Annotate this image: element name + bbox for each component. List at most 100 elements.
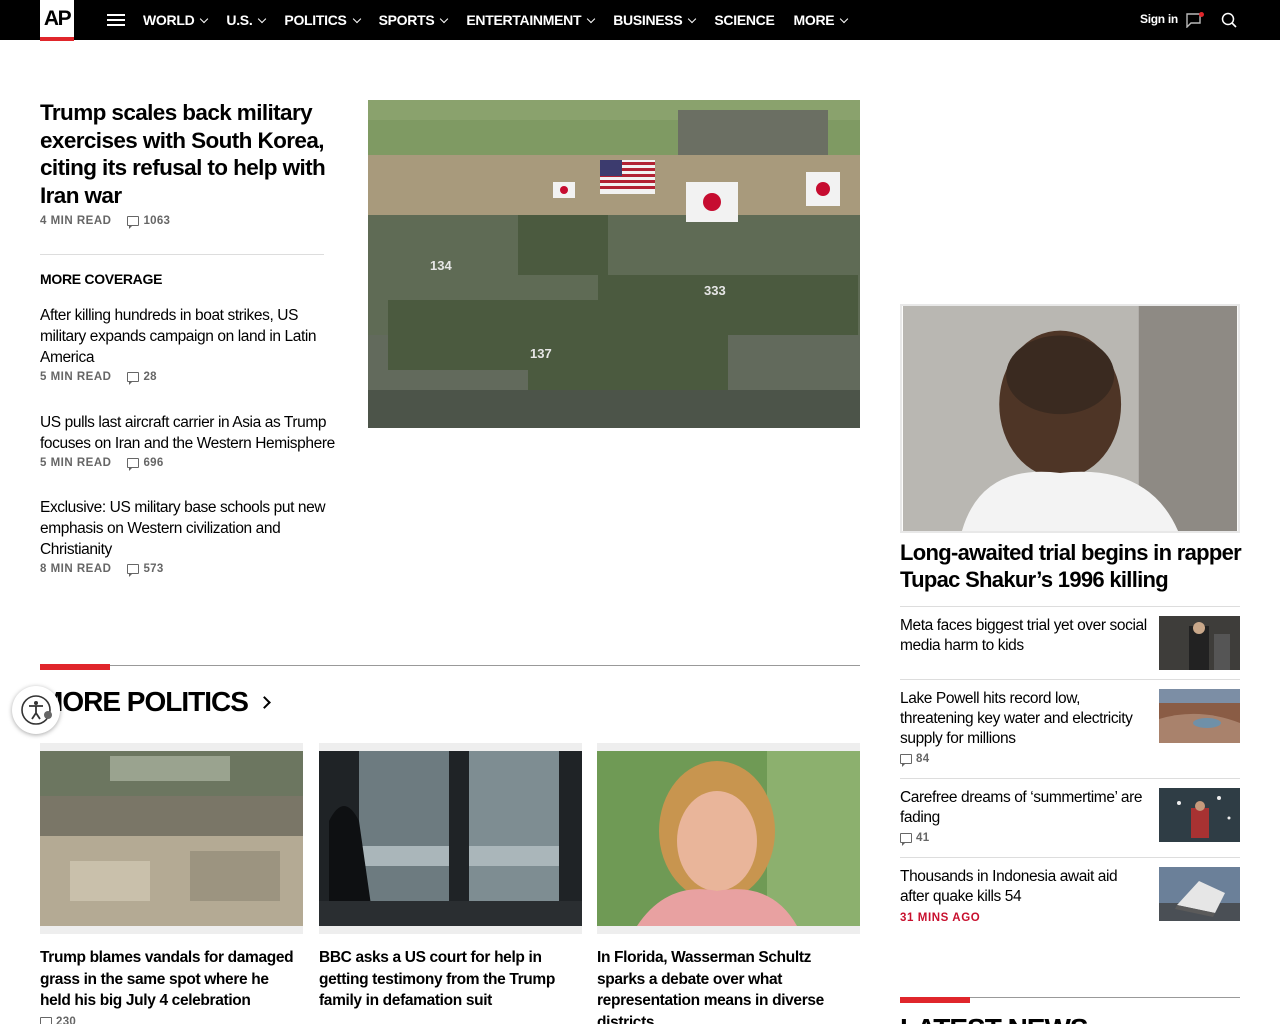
svg-text:333: 333 bbox=[704, 283, 726, 298]
nav-science[interactable]: SCIENCE bbox=[714, 12, 774, 28]
politics-card: Trump blames vandals for damaged grass i… bbox=[40, 743, 303, 1024]
chevron-down-icon bbox=[258, 14, 267, 23]
nav-politics[interactable]: POLITICS bbox=[284, 12, 361, 28]
comment-count[interactable]: 696 bbox=[127, 457, 163, 471]
comment-icon bbox=[40, 1016, 52, 1024]
comment-icon bbox=[127, 216, 140, 229]
comment-count[interactable]: 41 bbox=[900, 832, 930, 846]
nav-world[interactable]: WORLD bbox=[143, 12, 209, 28]
section-divider bbox=[40, 665, 860, 666]
logo-text: AP bbox=[43, 7, 72, 30]
svg-text:137: 137 bbox=[530, 346, 552, 361]
card-title[interactable]: Trump blames vandals for damaged grass i… bbox=[40, 947, 303, 1012]
search-icon[interactable] bbox=[1221, 12, 1237, 28]
lead-headline[interactable]: Trump scales back military exercises wit… bbox=[40, 99, 340, 209]
read-time: 5 MIN READ bbox=[40, 371, 112, 383]
nav-business[interactable]: BUSINESS bbox=[613, 12, 697, 28]
read-time: 5 MIN READ bbox=[40, 457, 112, 469]
chevron-down-icon bbox=[840, 14, 849, 23]
card-title[interactable]: BBC asks a US court for help in getting … bbox=[319, 947, 582, 1012]
sidebar-item: Thousands in Indonesia await aid after q… bbox=[900, 857, 1240, 937]
divider bbox=[40, 254, 324, 255]
sidebar-item-meta: 84 bbox=[900, 753, 1240, 767]
coverage-item: After killing hundreds in boat strikes, … bbox=[40, 305, 340, 385]
comment-count[interactable]: 84 bbox=[900, 753, 930, 767]
sidebar-item-title[interactable]: Thousands in Indonesia await aid after q… bbox=[900, 867, 1148, 907]
nav-label: SCIENCE bbox=[714, 12, 775, 28]
svg-text:134: 134 bbox=[430, 258, 452, 273]
comment-count[interactable]: 1063 bbox=[127, 215, 171, 229]
card-photo[interactable] bbox=[40, 743, 303, 934]
comment-number: 1063 bbox=[143, 215, 171, 227]
sidebar-item-thumbnail[interactable] bbox=[1159, 616, 1240, 670]
accessibility-icon bbox=[21, 695, 52, 725]
comment-number: 28 bbox=[143, 371, 157, 383]
politics-card: In Florida, Wasserman Schultz sparks a d… bbox=[597, 743, 860, 1024]
section-accent-bar bbox=[40, 664, 110, 670]
hamburger-menu-icon[interactable] bbox=[107, 14, 125, 26]
card-title[interactable]: In Florida, Wasserman Schultz sparks a d… bbox=[597, 947, 860, 1024]
nav-sports[interactable]: SPORTS bbox=[378, 12, 449, 28]
comment-number: 41 bbox=[916, 832, 930, 844]
sidebar-item-title[interactable]: Carefree dreams of ‘summertime’ are fadi… bbox=[900, 788, 1148, 828]
coverage-title[interactable]: US pulls last aircraft carrier in Asia a… bbox=[40, 412, 340, 454]
sidebar-item-title[interactable]: Lake Powell hits record low, threatening… bbox=[900, 689, 1148, 749]
chevron-down-icon bbox=[440, 14, 449, 23]
coverage-item: US pulls last aircraft carrier in Asia a… bbox=[40, 412, 340, 471]
chevron-down-icon bbox=[688, 14, 697, 23]
nav-label: SPORTS bbox=[378, 12, 435, 28]
nav-us[interactable]: U.S. bbox=[226, 12, 267, 28]
nav-more[interactable]: MORE bbox=[793, 12, 849, 28]
accessibility-widget-button[interactable] bbox=[12, 686, 60, 734]
sidebar-item-title[interactable]: Meta faces biggest trial yet over social… bbox=[900, 616, 1148, 656]
more-politics-heading[interactable]: MORE POLITICS bbox=[40, 686, 271, 718]
comment-icon bbox=[127, 564, 140, 577]
comment-icon bbox=[127, 458, 140, 471]
latest-news-heading[interactable]: LATEST NEWS bbox=[900, 1013, 1089, 1024]
chevron-down-icon bbox=[352, 14, 361, 23]
nav-entertainment[interactable]: ENTERTAINMENT bbox=[466, 12, 596, 28]
politics-card: BBC asks a US court for help in getting … bbox=[319, 743, 582, 1012]
ap-logo[interactable]: AP bbox=[40, 0, 74, 41]
coverage-meta: 5 MIN READ 28 bbox=[40, 371, 340, 385]
sign-in-link[interactable]: Sign in bbox=[1140, 12, 1178, 26]
sidebar-item-thumbnail[interactable] bbox=[1159, 689, 1240, 743]
nav-label: POLITICS bbox=[284, 12, 347, 28]
coverage-title[interactable]: Exclusive: US military base schools put … bbox=[40, 497, 340, 560]
card-photo[interactable] bbox=[319, 743, 582, 934]
coverage-title[interactable]: After killing hundreds in boat strikes, … bbox=[40, 305, 340, 368]
comment-count[interactable]: 28 bbox=[127, 371, 157, 385]
sidebar-item: Meta faces biggest trial yet over social… bbox=[900, 606, 1240, 679]
comment-count[interactable]: 230 bbox=[40, 1016, 76, 1024]
coverage-item: Exclusive: US military base schools put … bbox=[40, 497, 340, 577]
sidebar-feature-photo[interactable] bbox=[900, 304, 1240, 533]
lead-meta: 4 MIN READ 1063 bbox=[40, 215, 171, 229]
chevron-down-icon bbox=[586, 14, 596, 23]
read-time: 4 MIN READ bbox=[40, 215, 112, 227]
sidebar-item: Lake Powell hits record low, threatening… bbox=[900, 679, 1240, 778]
sidebar-list: Meta faces biggest trial yet over social… bbox=[900, 606, 1240, 937]
comment-icon bbox=[127, 372, 140, 385]
main-nav: WORLD U.S. POLITICS SPORTS ENTERTAINMENT… bbox=[143, 0, 866, 40]
section-title-text: MORE POLITICS bbox=[40, 686, 249, 717]
section-accent-bar bbox=[900, 997, 970, 1003]
card-photo[interactable] bbox=[597, 743, 860, 934]
comment-count[interactable]: 573 bbox=[127, 563, 163, 577]
nav-label: MORE bbox=[793, 12, 835, 28]
coverage-meta: 5 MIN READ 696 bbox=[40, 457, 340, 471]
card-meta: 230 bbox=[40, 1016, 303, 1024]
top-navigation-bar: AP WORLD U.S. POLITICS SPORTS ENTERTAINM… bbox=[0, 0, 1280, 41]
chevron-down-icon bbox=[200, 14, 209, 23]
nav-label: BUSINESS bbox=[613, 12, 683, 28]
lead-story-photo[interactable]: 137 333 134 bbox=[368, 100, 860, 428]
chat-icon[interactable] bbox=[1186, 12, 1204, 28]
nav-label: ENTERTAINMENT bbox=[466, 12, 582, 28]
comment-icon bbox=[900, 754, 912, 767]
sidebar-item-thumbnail[interactable] bbox=[1159, 788, 1240, 842]
sidebar-headline[interactable]: Long-awaited trial begins in rapper Tupa… bbox=[900, 539, 1245, 593]
comment-number: 84 bbox=[916, 753, 930, 765]
comment-icon bbox=[900, 833, 912, 846]
sidebar-item-thumbnail[interactable] bbox=[1159, 867, 1240, 921]
nav-label: U.S. bbox=[226, 12, 253, 28]
sidebar-item: Carefree dreams of ‘summertime’ are fadi… bbox=[900, 778, 1240, 857]
